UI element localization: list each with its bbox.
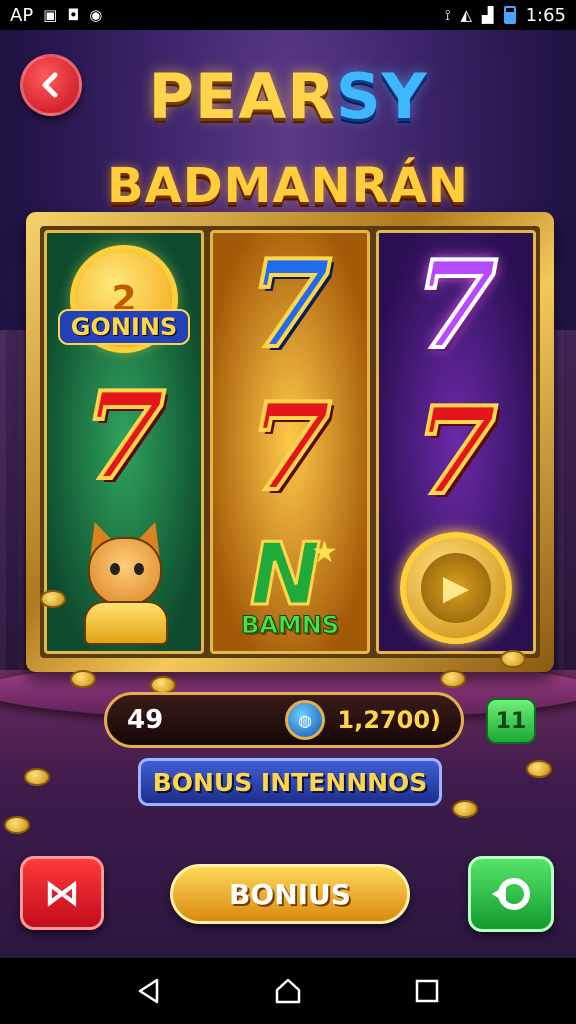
red-seven-icon: 7	[412, 381, 499, 522]
shield-icon: ◉	[89, 5, 103, 24]
seven-symbol: 7	[215, 239, 365, 371]
status-left: AP ▣ ◘ ◉	[10, 5, 102, 26]
title-part-gold: PEAR	[148, 60, 336, 133]
title-part-blue: SY	[335, 60, 428, 133]
seven-symbol: 7	[381, 386, 531, 518]
signal-icon: ▟	[482, 5, 494, 24]
status-time: 1:65	[525, 4, 566, 26]
red-seven-icon: 7	[246, 376, 333, 518]
status-app-text: AP	[10, 4, 34, 26]
game-title-line1: PEARSY	[0, 60, 576, 133]
reel-2: 7 7 N ★ BAMNS	[210, 230, 370, 654]
chat-icon: ◘	[67, 5, 80, 24]
coin-icon	[440, 670, 466, 688]
seven-symbol: 7	[49, 371, 199, 503]
system-nav-bar	[0, 958, 576, 1024]
reel-3: 7 7 ▶	[376, 230, 536, 654]
back-nav-button[interactable]	[125, 967, 173, 1015]
home-icon	[275, 978, 301, 1004]
game-title-line2: BADMANRÁN	[107, 158, 469, 214]
coins-badge-symbol: 2 GONINS	[58, 239, 190, 359]
seven-symbol: 7	[381, 240, 531, 372]
seven-symbol: 7	[215, 382, 365, 514]
side-counter-button[interactable]: 11	[486, 698, 536, 744]
coin-icon	[24, 768, 50, 786]
reel-1: 2 GONINS 7	[44, 230, 204, 654]
home-nav-button[interactable]	[264, 967, 312, 1015]
coin-icon	[500, 650, 526, 668]
blue-seven-icon: 7	[246, 233, 333, 375]
red-seven-icon: 7	[80, 366, 167, 507]
square-recents-icon	[415, 979, 438, 1003]
coin-icon	[452, 800, 478, 818]
game-scene: PEARSY BADMANRÁN 2 GONINS 7 7 7 N ★ BAMN…	[0, 30, 576, 958]
coin-icon	[4, 816, 30, 834]
bonus-symbol-label: BAMNS	[240, 611, 340, 640]
bet-value: 49	[127, 705, 164, 735]
purple-seven-icon: 7	[412, 235, 499, 376]
reels: 2 GONINS 7 7 7 N ★ BAMNS 7 7 ▶	[40, 226, 540, 658]
bonus-button[interactable]: BONIUS	[170, 864, 410, 924]
battery-icon	[503, 6, 516, 24]
balance-value: 1,2700)	[337, 706, 441, 734]
green-spin-button[interactable]	[468, 856, 554, 932]
star-icon: ★	[311, 535, 338, 571]
wifi-icon: ◭	[460, 5, 473, 24]
fox-mascot-icon	[54, 515, 194, 645]
bonus-symbol: N ★ BAMNS	[215, 524, 365, 645]
play-arrow-icon: ▶	[421, 553, 491, 623]
triangle-back-icon	[139, 978, 159, 1004]
bow-icon: ⋈	[44, 872, 80, 914]
bet-balance-bar: 49 ◍ 1,2700)	[104, 692, 464, 748]
status-bar: AP ▣ ◘ ◉ ⟟ ◭ ▟ 1:65	[0, 0, 576, 30]
coin-icon	[526, 760, 552, 778]
image-icon: ▣	[43, 5, 58, 24]
recents-nav-button[interactable]	[403, 967, 451, 1015]
refresh-icon	[492, 878, 530, 910]
reel-frame: 2 GONINS 7 7 7 N ★ BAMNS 7 7 ▶	[26, 212, 554, 672]
globe-icon[interactable]: ◍	[285, 700, 325, 740]
bonus-banner: BONUS INTENNNOS	[138, 758, 442, 806]
red-action-button[interactable]: ⋈	[20, 856, 104, 930]
vibrate-icon: ⟟	[444, 5, 451, 24]
play-coin-icon: ▶	[400, 532, 512, 644]
badge-label: GONINS	[58, 309, 190, 345]
coin-icon	[40, 590, 66, 608]
coin-icon	[70, 670, 96, 688]
status-right: ⟟ ◭ ▟ 1:65	[445, 5, 566, 26]
